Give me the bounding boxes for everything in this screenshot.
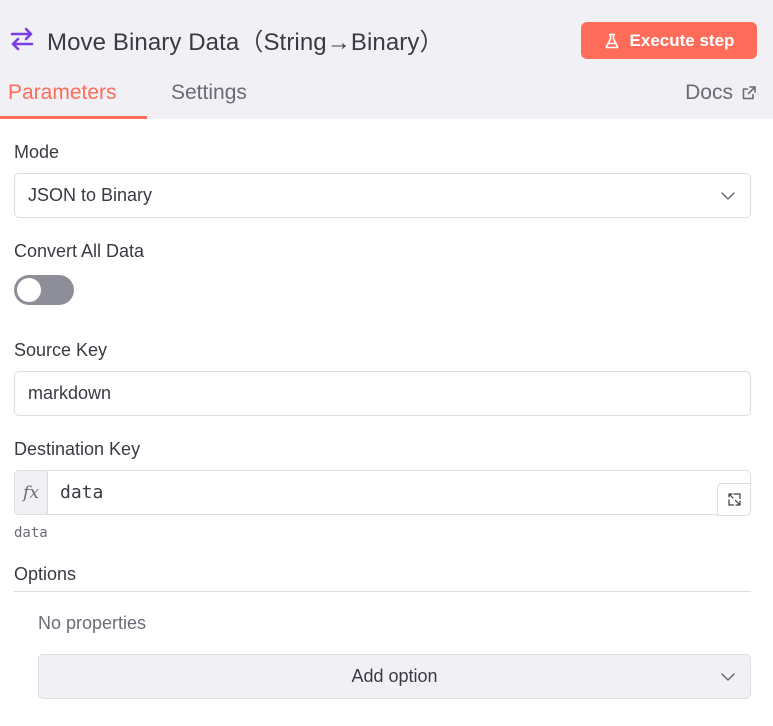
external-link-icon: [742, 86, 756, 100]
tab-parameters[interactable]: Parameters: [8, 81, 117, 105]
mode-select[interactable]: JSON to Binary: [14, 173, 751, 218]
toggle-knob: [17, 278, 41, 302]
destination-key-resolved-hint: data: [14, 525, 48, 541]
convert-all-label: Convert All Data: [14, 241, 145, 261]
flask-icon: [605, 33, 618, 48]
options-divider: [14, 591, 751, 592]
expand-icon: [727, 493, 741, 506]
source-key-label: Source Key: [14, 340, 108, 360]
add-option-dropdown[interactable]: Add option: [38, 654, 751, 699]
destination-key-value: data: [60, 482, 104, 503]
destination-key-expression-input[interactable]: fx data: [14, 470, 751, 516]
no-properties-text: No properties: [38, 613, 147, 633]
convert-all-toggle[interactable]: [14, 275, 74, 305]
swap-arrows-icon: [10, 27, 34, 51]
destination-key-label: Destination Key: [14, 439, 141, 459]
add-option-label: Add option: [351, 666, 438, 686]
docs-link[interactable]: Docs: [685, 81, 757, 105]
chevron-down-icon: [721, 673, 735, 681]
chevron-down-icon: [721, 192, 735, 200]
node-header: Move Binary Data（String→Binary） Execute …: [0, 0, 773, 119]
source-key-value: markdown: [28, 383, 112, 403]
execute-step-label: Execute step: [629, 30, 735, 50]
mode-label: Mode: [14, 142, 60, 162]
execute-step-button[interactable]: Execute step: [581, 22, 757, 59]
options-label: Options: [14, 564, 77, 584]
expand-expression-button[interactable]: [717, 483, 751, 516]
active-tab-indicator: [0, 116, 147, 119]
node-title: Move Binary Data（String→Binary）: [47, 29, 444, 56]
tab-settings[interactable]: Settings: [171, 81, 247, 105]
docs-label: Docs: [685, 81, 733, 104]
fx-icon: fx: [15, 471, 48, 514]
source-key-input[interactable]: markdown: [14, 371, 751, 416]
mode-value: JSON to Binary: [28, 185, 153, 205]
